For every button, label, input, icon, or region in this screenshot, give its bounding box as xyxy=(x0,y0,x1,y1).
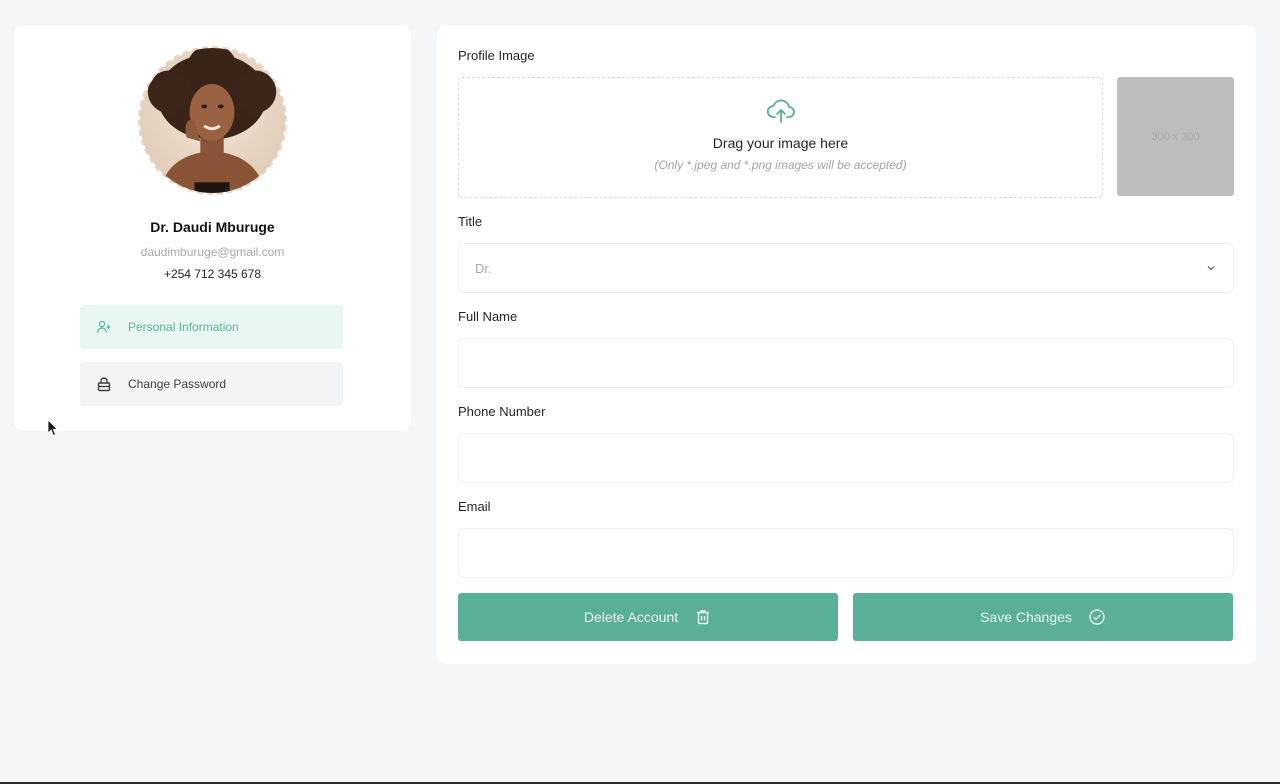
title-label: Title xyxy=(458,214,483,229)
delete-account-button[interactable]: Delete Account xyxy=(458,593,838,641)
title-select-value: Dr. xyxy=(475,260,492,276)
email-input[interactable] xyxy=(458,528,1234,578)
cloud-upload-icon xyxy=(766,98,796,124)
full-name-label: Full Name xyxy=(458,309,518,324)
trash-icon xyxy=(694,608,712,626)
profile-image-label: Profile Image xyxy=(458,48,535,63)
preview-placeholder: 300 x 300 xyxy=(1151,130,1200,143)
image-dropzone[interactable]: Drag your image here (Only *.jpeg and *.… xyxy=(458,77,1103,198)
menu-item-label: Change Password xyxy=(128,377,227,391)
profile-form: Profile Image Drag your image here (Only… xyxy=(437,25,1256,664)
profile-email: daudimburuge@gmail.com xyxy=(140,245,285,259)
menu-item-personal-information[interactable]: Personal Information xyxy=(80,305,343,349)
phone-number-label: Phone Number xyxy=(458,404,546,419)
title-select[interactable]: Dr. xyxy=(458,243,1234,293)
menu-item-label: Personal Information xyxy=(128,320,239,334)
email-label: Email xyxy=(458,499,491,514)
delete-account-label: Delete Account xyxy=(583,609,679,625)
phone-number-input[interactable] xyxy=(458,433,1234,483)
profile-phone: +254 712 345 678 xyxy=(163,267,262,281)
chevron-down-icon xyxy=(1205,262,1217,274)
check-circle-icon xyxy=(1088,608,1106,626)
profile-card: Dr. Daudi Mburuge daudimburuge@gmail.com… xyxy=(14,25,411,431)
profile-photo xyxy=(140,48,285,193)
profile-name: Dr. Daudi Mburuge xyxy=(150,219,275,235)
mouse-cursor-icon xyxy=(47,419,59,437)
save-changes-button[interactable]: Save Changes xyxy=(853,593,1233,641)
lock-icon xyxy=(96,376,112,392)
dropzone-title: Drag your image here xyxy=(712,135,849,151)
full-name-input[interactable] xyxy=(458,338,1234,388)
save-changes-label: Save Changes xyxy=(980,609,1072,625)
image-preview: 300 x 300 xyxy=(1117,77,1234,196)
menu-item-change-password[interactable]: Change Password xyxy=(80,362,343,406)
user-plus-icon xyxy=(96,319,112,335)
avatar[interactable] xyxy=(138,46,287,195)
dropzone-hint: (Only *.jpeg and *.png images will be ac… xyxy=(654,158,907,172)
